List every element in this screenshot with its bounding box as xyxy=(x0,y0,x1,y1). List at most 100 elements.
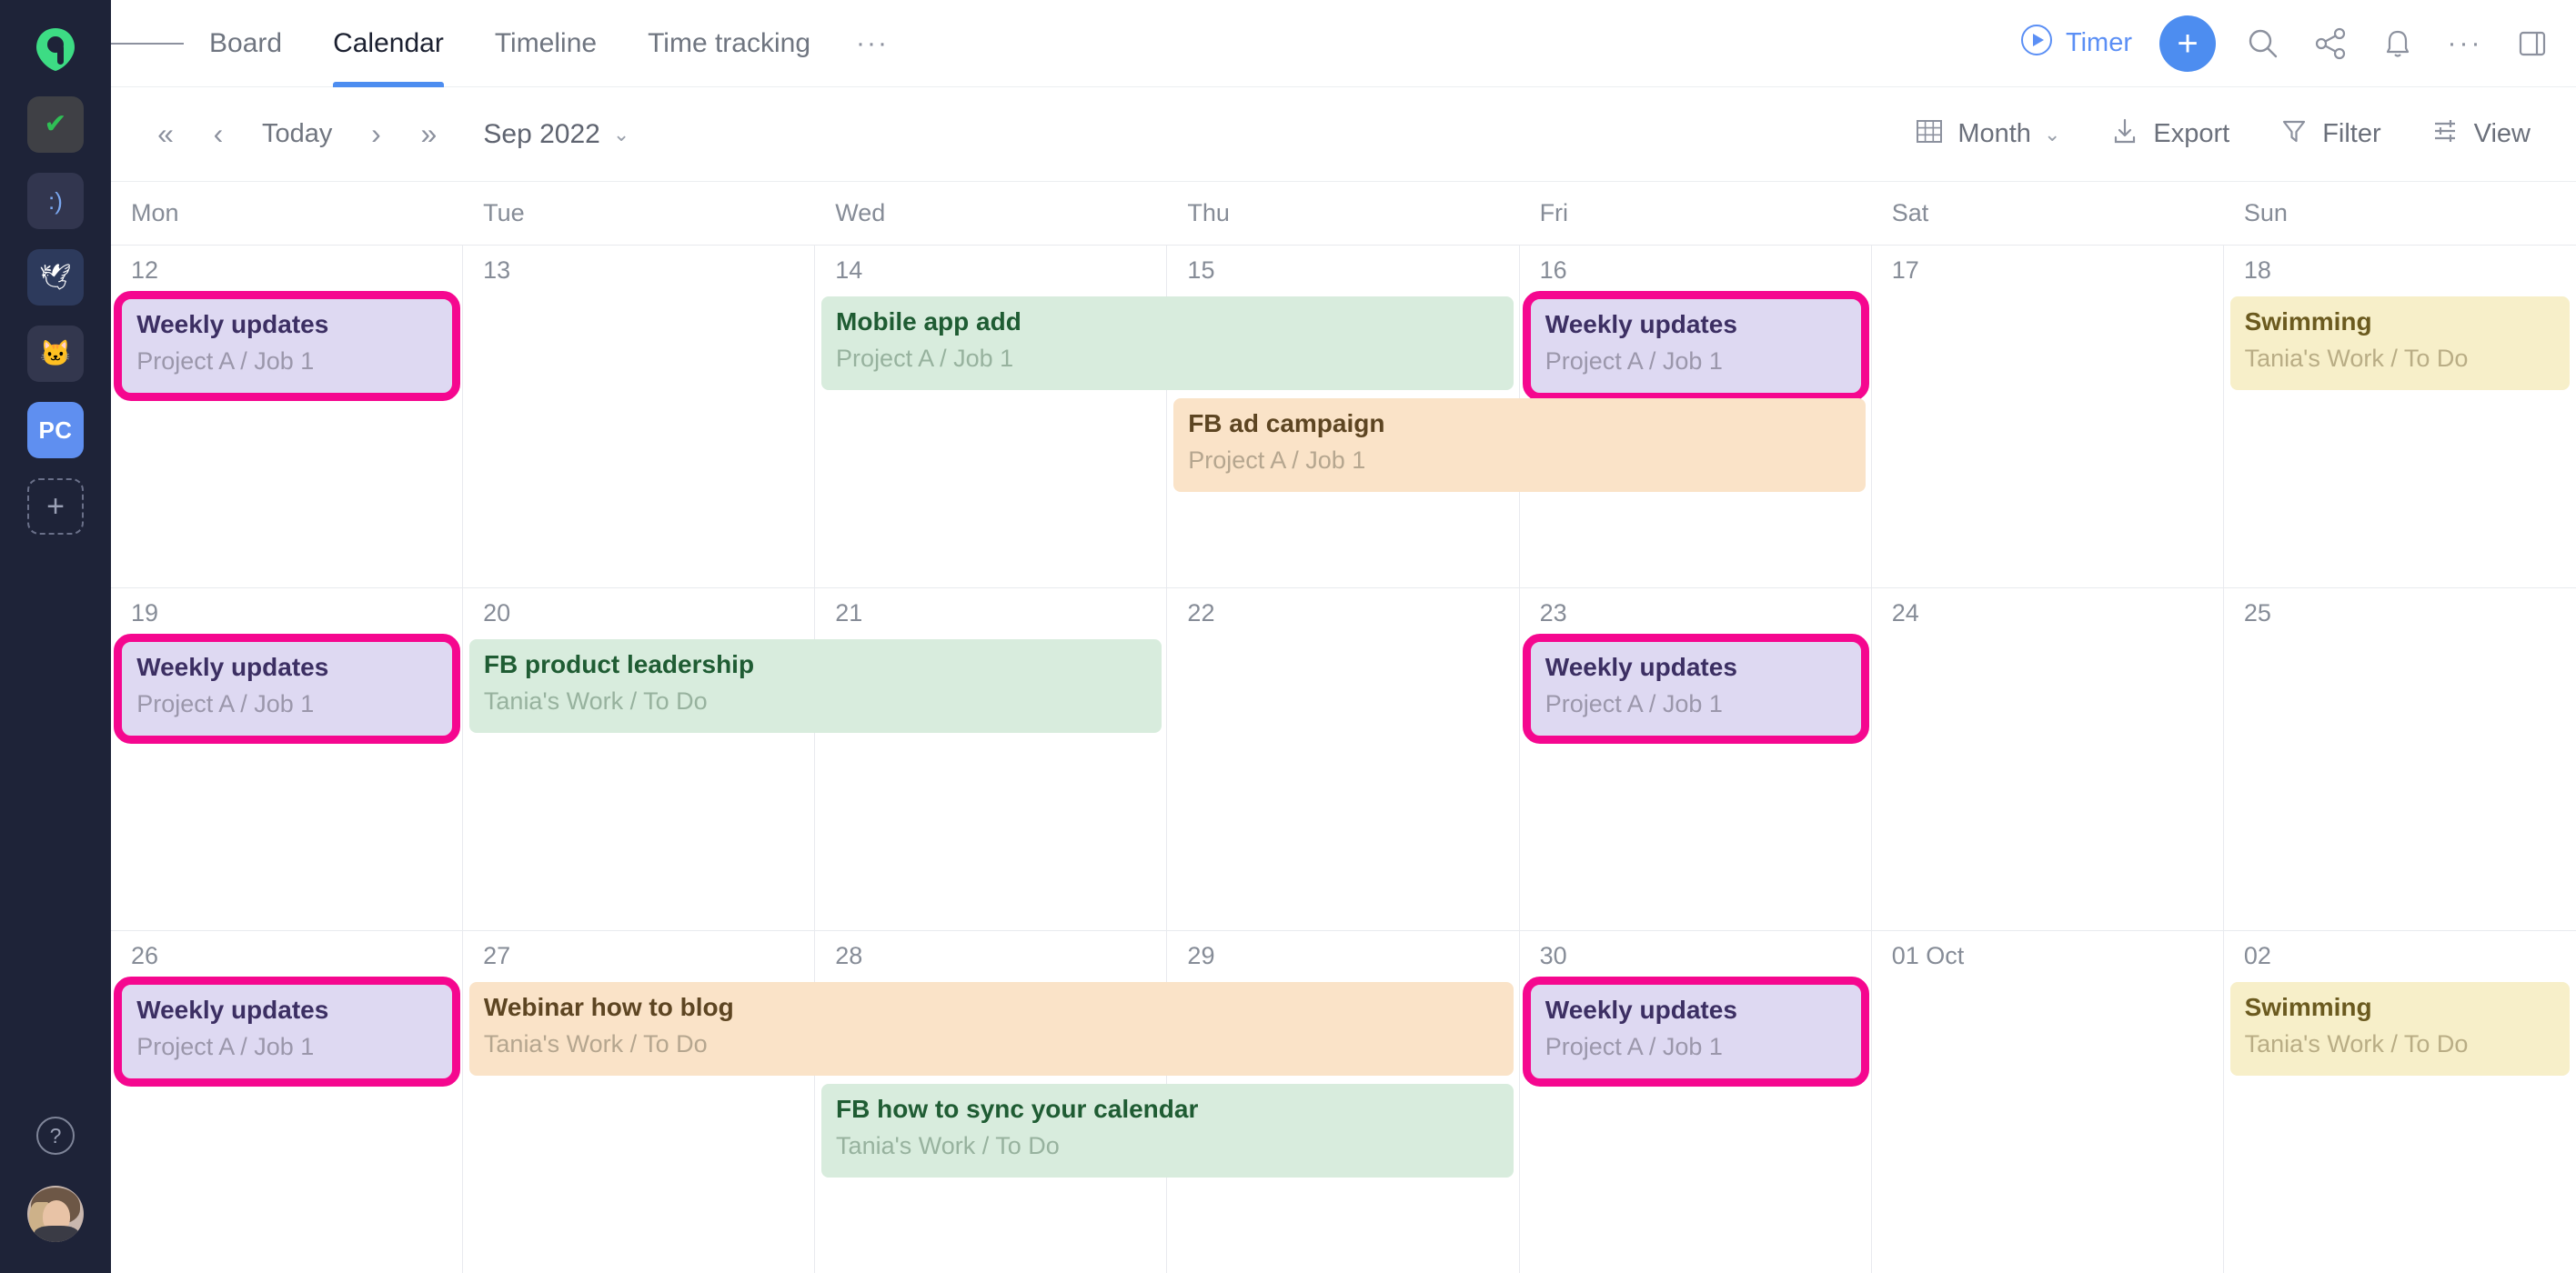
today-label: Today xyxy=(262,119,333,148)
tab-label: Time tracking xyxy=(648,27,811,58)
nav-next-button[interactable]: › xyxy=(352,109,399,160)
event-subtitle: Tania's Work / To Do xyxy=(2244,345,2469,372)
calendar-event[interactable]: Webinar how to blog Tania's Work / To Do xyxy=(468,982,1514,1076)
workspace-bird[interactable]: 🕊 xyxy=(27,249,84,306)
nav-first-button[interactable]: « xyxy=(142,109,189,160)
chevron-right-icon: › xyxy=(371,117,381,150)
calendar-event[interactable]: Swimming Tania's Work / To Do xyxy=(2229,296,2571,390)
event-layer: Weekly updates Project A / Job 1 FB produc… xyxy=(111,634,2576,930)
calendar-event[interactable]: FB product leadership Tania's Work / To D… xyxy=(468,639,1162,733)
day-header-sun: Sun xyxy=(2243,199,2288,226)
day-number: 19 xyxy=(131,599,159,626)
filter-label: Filter xyxy=(2322,119,2381,148)
event-title: FB ad campaign xyxy=(1188,409,1385,437)
panel-toggle-icon[interactable] xyxy=(2512,24,2552,64)
share-icon[interactable] xyxy=(2310,24,2350,64)
hamburger-icon[interactable] xyxy=(111,38,185,49)
tab-calendar[interactable]: Calendar xyxy=(307,0,469,87)
period-selector[interactable]: Sep 2022 ⌄ xyxy=(483,119,629,150)
grid-icon xyxy=(1914,115,1945,154)
tab-list: Board Calendar Timeline Time tracking ··… xyxy=(184,0,909,87)
day-header-thu: Thu xyxy=(1187,199,1230,226)
day-number: 13 xyxy=(483,256,511,284)
view-settings-button[interactable]: View xyxy=(2412,109,2549,160)
calendar-event[interactable]: Weekly updates Project A / Job 1 xyxy=(1522,291,1869,401)
calendar-event[interactable]: FB how to sync your calendar Tania's Work… xyxy=(821,1084,1514,1178)
export-button[interactable]: Export xyxy=(2091,109,2248,160)
avatar-body xyxy=(35,1226,78,1242)
help-icon[interactable]: ? xyxy=(36,1117,75,1155)
tab-label: Timeline xyxy=(494,27,598,58)
tab-overflow-menu[interactable]: ··· xyxy=(836,0,909,87)
event-title: Weekly updates xyxy=(1545,996,1737,1024)
avatar[interactable] xyxy=(27,1186,84,1242)
play-circle-icon xyxy=(2019,23,2054,65)
period-label: Sep 2022 xyxy=(483,118,600,149)
left-rail: ✔ :) 🕊 🐱 PC + ? xyxy=(0,0,111,1273)
day-header-row: Mon Tue Wed Thu Fri Sat Sun xyxy=(111,182,2576,246)
filter-button[interactable]: Filter xyxy=(2260,109,2399,160)
day-header-wed: Wed xyxy=(835,199,886,226)
workspace-cat[interactable]: 🐱 xyxy=(27,326,84,382)
calendar-event[interactable]: Weekly updates Project A / Job 1 xyxy=(114,977,460,1087)
day-number: 25 xyxy=(2243,599,2271,626)
rail-bottom-group: ? xyxy=(0,1117,111,1242)
timer-button[interactable]: Timer xyxy=(2019,23,2132,65)
event-title: Swimming xyxy=(2244,307,2372,336)
calendar-event[interactable]: Weekly updates Project A / Job 1 xyxy=(114,291,460,401)
nav-last-button[interactable]: » xyxy=(405,109,452,160)
view-mode-selector[interactable]: Month ⌄ xyxy=(1896,109,2078,160)
calendar-event[interactable]: Swimming Tania's Work / To Do xyxy=(2229,982,2571,1076)
day-header-sat: Sat xyxy=(1891,199,1929,226)
calendar-week-row: 19 20 21 22 23 24 25 Weekly updates Project A / … xyxy=(111,588,2576,931)
calendar-event[interactable]: Weekly updates Project A / Job 1 xyxy=(1522,977,1869,1087)
workspace-initials: PC xyxy=(38,416,73,444)
calendar-event[interactable]: Weekly updates Project A / Job 1 xyxy=(114,634,460,744)
search-icon[interactable] xyxy=(2243,24,2283,64)
plus-icon: + xyxy=(46,489,65,524)
date-navigation: « ‹ Today › » xyxy=(142,109,452,160)
top-right-actions: Timer + ··· xyxy=(2019,15,2552,72)
day-number: 16 xyxy=(1539,256,1567,284)
day-number: 12 xyxy=(131,256,159,284)
event-title: Weekly updates xyxy=(1545,310,1737,338)
day-number: 02 xyxy=(2243,942,2271,969)
company-logo-icon[interactable] xyxy=(30,24,81,75)
today-button[interactable]: Today xyxy=(247,109,347,160)
hamburger-line xyxy=(159,42,185,45)
workspace-icon-glyph: :) xyxy=(48,187,63,215)
workspace-smile[interactable]: :) xyxy=(27,173,84,229)
bell-icon[interactable] xyxy=(2378,24,2418,64)
nav-prev-button[interactable]: ‹ xyxy=(195,109,242,160)
day-number: 30 xyxy=(1539,942,1567,969)
calendar-event[interactable]: Mobile app add Project A / Job 1 xyxy=(821,296,1514,390)
tab-time-tracking[interactable]: Time tracking xyxy=(622,0,836,87)
tab-timeline[interactable]: Timeline xyxy=(469,0,622,87)
day-number: 26 xyxy=(131,942,159,969)
event-subtitle: Project A / Job 1 xyxy=(1545,347,1723,375)
add-workspace-button[interactable]: + xyxy=(27,478,84,535)
event-subtitle: Project A / Job 1 xyxy=(136,347,315,375)
main-area: Board Calendar Timeline Time tracking ··… xyxy=(111,0,2576,1273)
workspace-pc[interactable]: PC xyxy=(27,402,84,458)
double-chevron-left-icon: « xyxy=(157,117,174,150)
calendar-week-row: 26 27 28 29 30 01 Oct 02 Weekly updates Project … xyxy=(111,931,2576,1273)
day-number: 28 xyxy=(835,942,863,969)
calendar-toolbar: « ‹ Today › » Sep 2022 ⌄ Month ⌄ Export … xyxy=(111,87,2576,182)
day-number: 20 xyxy=(483,599,511,626)
calendar-event[interactable]: Weekly updates Project A / Job 1 xyxy=(1522,634,1869,744)
add-button[interactable]: + xyxy=(2159,15,2216,72)
day-number: 01 Oct xyxy=(1891,942,1965,969)
calendar-event[interactable]: FB ad campaign Project A / Job 1 xyxy=(1173,398,1866,492)
tab-board[interactable]: Board xyxy=(184,0,307,87)
event-subtitle: Tania's Work / To Do xyxy=(836,1132,1060,1159)
day-number: 15 xyxy=(1187,256,1215,284)
more-icon[interactable]: ··· xyxy=(2445,24,2485,64)
event-subtitle: Project A / Job 1 xyxy=(136,1033,315,1060)
event-title: Weekly updates xyxy=(136,310,329,338)
event-title: FB product leadership xyxy=(483,650,755,678)
workspace-check[interactable]: ✔ xyxy=(27,96,84,153)
day-header-mon: Mon xyxy=(131,199,179,226)
more-dots: ··· xyxy=(2447,27,2483,58)
day-header-tue: Tue xyxy=(483,199,525,226)
